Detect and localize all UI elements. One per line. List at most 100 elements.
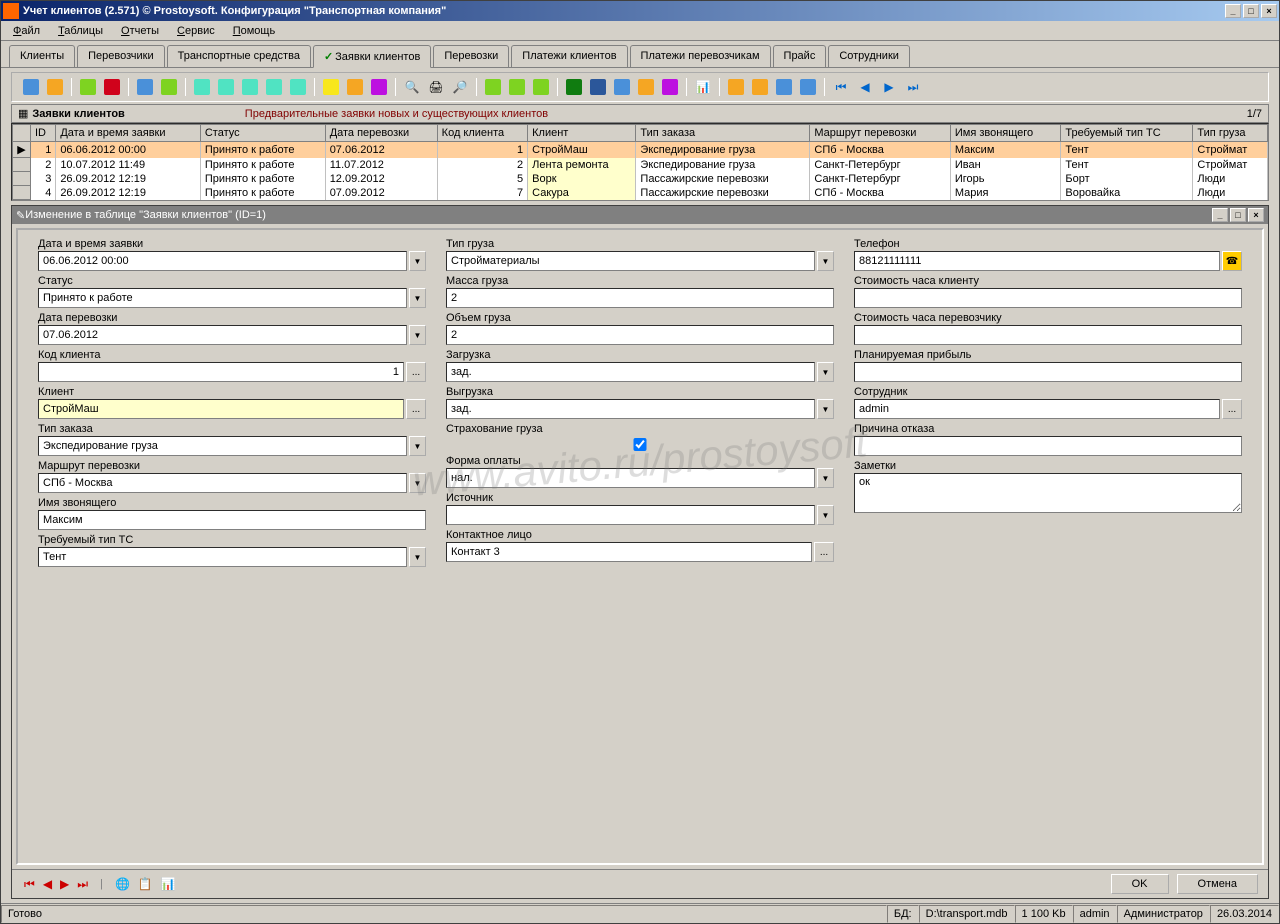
- tb-save-icon[interactable]: [134, 76, 156, 98]
- input-notes[interactable]: ок: [854, 473, 1242, 513]
- menu-tables[interactable]: Таблицы: [50, 23, 111, 39]
- tb-sql-icon[interactable]: [368, 76, 390, 98]
- tb-first-icon[interactable]: ⏮: [830, 76, 852, 98]
- tb-group-icon[interactable]: [344, 76, 366, 98]
- col-ts[interactable]: Требуемый тип ТС: [1061, 125, 1193, 142]
- tb-new-icon[interactable]: [20, 76, 42, 98]
- table-row[interactable]: 426.09.2012 12:19Принято к работе07.09.2…: [13, 186, 1268, 200]
- menu-reports[interactable]: Отчеты: [113, 23, 167, 39]
- tab-carrier-payments[interactable]: Платежи перевозчикам: [630, 45, 771, 67]
- tab-requests[interactable]: ✓Заявки клиентов: [313, 45, 431, 68]
- input-order-type[interactable]: [38, 436, 407, 456]
- col-datetime[interactable]: Дата и время заявки: [56, 125, 201, 142]
- dropdown-icon[interactable]: ▼: [817, 505, 834, 525]
- menu-file[interactable]: Файл: [5, 23, 48, 39]
- input-employee[interactable]: [854, 399, 1220, 419]
- lookup-button[interactable]: ...: [406, 362, 426, 382]
- table-row[interactable]: 326.09.2012 12:19Принято к работе12.09.2…: [13, 172, 1268, 186]
- col-cargo[interactable]: Тип груза: [1193, 125, 1268, 142]
- nav-tool1-icon[interactable]: 🌐: [113, 877, 132, 891]
- tb-filter4-icon[interactable]: [263, 76, 285, 98]
- col-caller[interactable]: Имя звонящего: [950, 125, 1061, 142]
- input-unload[interactable]: [446, 399, 815, 419]
- menu-service[interactable]: Сервис: [169, 23, 223, 39]
- input-cost-carrier[interactable]: [854, 325, 1242, 345]
- tb-sort-icon[interactable]: [320, 76, 342, 98]
- tb-xml-icon[interactable]: [659, 76, 681, 98]
- nav-tool3-icon[interactable]: 📊: [159, 877, 178, 891]
- tab-vehicles[interactable]: Транспортные средства: [167, 45, 311, 67]
- col-status[interactable]: Статус: [200, 125, 325, 142]
- input-ts-type[interactable]: [38, 547, 407, 567]
- input-caller[interactable]: [38, 510, 426, 530]
- input-route[interactable]: [38, 473, 407, 493]
- col-route[interactable]: Маршрут перевозки: [810, 125, 950, 142]
- dropdown-icon[interactable]: ▼: [409, 473, 426, 493]
- tb-export3-icon[interactable]: [530, 76, 552, 98]
- input-date-transport[interactable]: [38, 325, 407, 345]
- menu-help[interactable]: Помощь: [225, 23, 284, 39]
- ok-button[interactable]: OK: [1111, 874, 1169, 894]
- input-payment[interactable]: [446, 468, 815, 488]
- tb-csv-icon[interactable]: [635, 76, 657, 98]
- tab-clients[interactable]: Клиенты: [9, 45, 75, 67]
- nav-tool2-icon[interactable]: 📋: [136, 877, 155, 891]
- tb-filter2-icon[interactable]: [215, 76, 237, 98]
- tab-client-payments[interactable]: Платежи клиентов: [511, 45, 627, 67]
- tb-preview-icon[interactable]: 🔎: [449, 76, 471, 98]
- tb-view3-icon[interactable]: [773, 76, 795, 98]
- dropdown-icon[interactable]: ▼: [409, 325, 426, 345]
- maximize-button[interactable]: □: [1243, 4, 1259, 18]
- input-cargo-type[interactable]: [446, 251, 815, 271]
- input-mass[interactable]: [446, 288, 834, 308]
- tb-html-icon[interactable]: [611, 76, 633, 98]
- col-client[interactable]: Клиент: [528, 125, 636, 142]
- tb-excel-icon[interactable]: [563, 76, 585, 98]
- input-client-code[interactable]: [38, 362, 404, 382]
- tb-chart-icon[interactable]: 📊: [692, 76, 714, 98]
- tb-edit-icon[interactable]: [44, 76, 66, 98]
- input-phone[interactable]: [854, 251, 1220, 271]
- table-row[interactable]: ▶106.06.2012 00:00Принято к работе07.06.…: [13, 142, 1268, 158]
- tb-filter3-icon[interactable]: [239, 76, 261, 98]
- nav-first-icon[interactable]: ⏮: [22, 877, 37, 892]
- col-id[interactable]: ID: [31, 125, 56, 142]
- tb-view1-icon[interactable]: [725, 76, 747, 98]
- sub-close-button[interactable]: ×: [1248, 208, 1264, 222]
- nav-prev-icon[interactable]: ◀: [41, 877, 54, 891]
- sub-minimize-button[interactable]: _: [1212, 208, 1228, 222]
- dropdown-icon[interactable]: ▼: [817, 251, 834, 271]
- tb-export2-icon[interactable]: [506, 76, 528, 98]
- dropdown-icon[interactable]: ▼: [409, 547, 426, 567]
- phone-button[interactable]: ☎: [1222, 251, 1242, 271]
- dropdown-icon[interactable]: ▼: [817, 468, 834, 488]
- col-date[interactable]: Дата перевозки: [325, 125, 437, 142]
- input-cost-client[interactable]: [854, 288, 1242, 308]
- lookup-button[interactable]: ...: [406, 399, 426, 419]
- tb-view4-icon[interactable]: [797, 76, 819, 98]
- col-type[interactable]: Тип заказа: [636, 125, 810, 142]
- input-status[interactable]: [38, 288, 407, 308]
- dropdown-icon[interactable]: ▼: [817, 362, 834, 382]
- tb-next-icon[interactable]: ▶: [878, 76, 900, 98]
- lookup-button[interactable]: ...: [1222, 399, 1242, 419]
- table-row[interactable]: 210.07.2012 11:49Принято к работе11.07.2…: [13, 158, 1268, 172]
- checkbox-insurance[interactable]: [446, 438, 834, 451]
- input-contact[interactable]: [446, 542, 812, 562]
- lookup-button[interactable]: ...: [814, 542, 834, 562]
- dropdown-icon[interactable]: ▼: [409, 251, 426, 271]
- input-client[interactable]: [38, 399, 404, 419]
- input-profit[interactable]: [854, 362, 1242, 382]
- input-reject[interactable]: [854, 436, 1242, 456]
- minimize-button[interactable]: _: [1225, 4, 1241, 18]
- tb-filter1-icon[interactable]: [191, 76, 213, 98]
- nav-last-icon[interactable]: ⏭: [75, 877, 90, 892]
- tb-print-icon[interactable]: 🖨: [425, 76, 447, 98]
- input-volume[interactable]: [446, 325, 834, 345]
- tb-export1-icon[interactable]: [482, 76, 504, 98]
- dropdown-icon[interactable]: ▼: [409, 288, 426, 308]
- input-source[interactable]: [446, 505, 815, 525]
- tb-delete-icon[interactable]: [101, 76, 123, 98]
- cancel-button[interactable]: Отмена: [1177, 874, 1258, 894]
- tb-prev-icon[interactable]: ◀: [854, 76, 876, 98]
